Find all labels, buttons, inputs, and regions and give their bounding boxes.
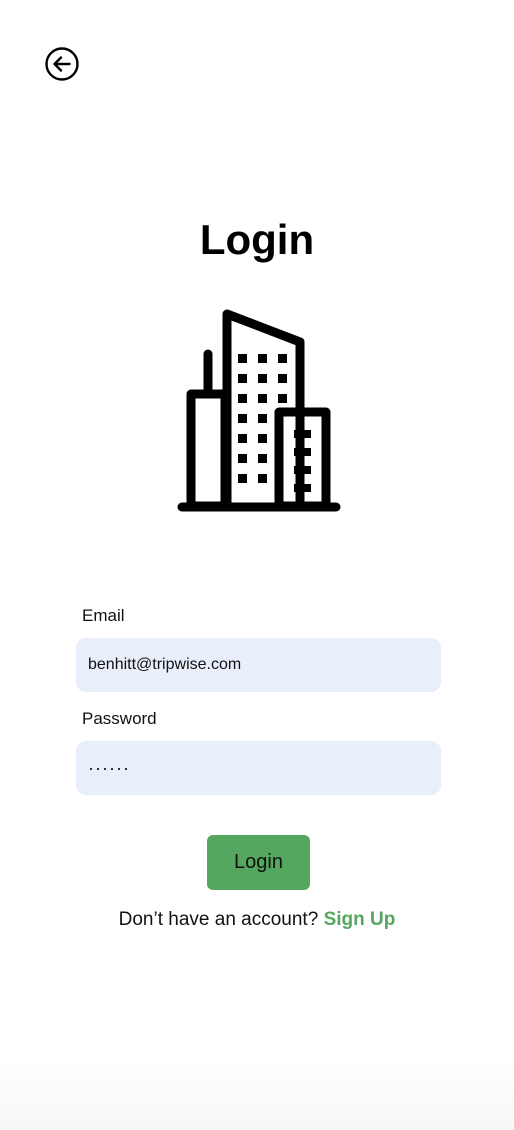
office-building-icon	[172, 302, 344, 516]
back-button[interactable]	[44, 46, 80, 82]
signup-prompt-text: Don’t have an account?	[118, 909, 319, 930]
page-title: Login	[199, 216, 315, 263]
login-button[interactable]: Login	[207, 835, 310, 890]
email-label: Email	[82, 606, 125, 625]
password-label: Password	[82, 709, 157, 728]
bottom-shade	[0, 1060, 514, 1130]
password-field[interactable]	[76, 741, 441, 795]
arrow-left-circle-icon	[45, 47, 79, 81]
email-field[interactable]	[76, 638, 441, 692]
signup-prompt-row: Don’t have an account? Sign Up	[0, 908, 514, 932]
signup-link[interactable]: Sign Up	[324, 909, 396, 930]
